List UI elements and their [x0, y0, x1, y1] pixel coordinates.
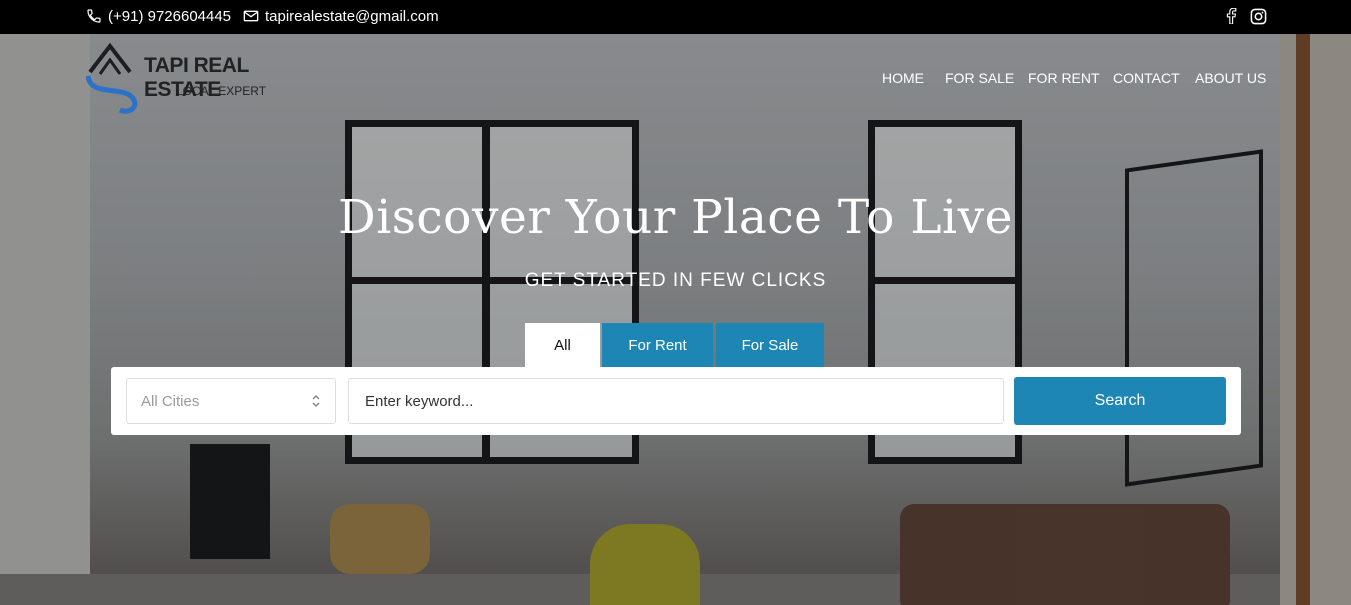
- email-contact[interactable]: tapirealestate@gmail.com: [243, 0, 439, 32]
- mail-icon: [243, 9, 259, 23]
- phone-contact[interactable]: (+91) 9726604445: [86, 0, 231, 32]
- nav-contact[interactable]: CONTACT: [1113, 70, 1180, 88]
- city-select-value: All Cities: [141, 392, 200, 410]
- nav-for-sale-label: FOR SALE: [945, 70, 1015, 86]
- city-select[interactable]: All Cities: [126, 378, 336, 424]
- top-bar: (+91) 9726604445 tapirealestate@gmail.co…: [0, 0, 1351, 34]
- nav-about-us[interactable]: ABOUT US: [1195, 70, 1266, 88]
- phone-icon: [86, 8, 102, 24]
- nav-home-label: HOME: [882, 70, 924, 86]
- tab-all[interactable]: All: [525, 323, 600, 367]
- hero-title: Discover Your Place To Live: [338, 190, 1013, 245]
- instagram-link[interactable]: [1250, 0, 1267, 32]
- phone-number: (+91) 9726604445: [108, 7, 232, 25]
- nav-contact-label: CONTACT: [1113, 70, 1180, 86]
- email-address: tapirealestate@gmail.com: [265, 7, 439, 25]
- instagram-icon: [1250, 8, 1267, 25]
- tab-for-rent[interactable]: For Rent: [602, 323, 713, 367]
- nav-for-rent[interactable]: FOR RENT: [1028, 70, 1100, 88]
- keyword-input[interactable]: [348, 378, 1004, 424]
- hero-background: [0, 34, 1351, 605]
- site-logo[interactable]: TAPI REAL ESTATE LOCAL EXPERT: [85, 40, 286, 115]
- tab-for-sale[interactable]: For Sale: [716, 323, 824, 367]
- nav-for-sale[interactable]: FOR SALE: [945, 70, 1014, 88]
- brand-tagline: LOCAL EXPERT: [176, 84, 267, 98]
- facebook-icon: [1225, 8, 1237, 24]
- search-panel: All Cities Search: [111, 367, 1241, 435]
- nav-for-rent-label: FOR RENT: [1028, 70, 1100, 86]
- house-logo-icon: [85, 40, 142, 123]
- hero-subtitle: GET STARTED IN FEW CLICKS: [524, 270, 827, 291]
- facebook-link[interactable]: [1225, 0, 1237, 32]
- chevron-updown-icon: [311, 393, 321, 413]
- search-button[interactable]: Search: [1014, 377, 1226, 425]
- nav-about-us-label: ABOUT US: [1195, 70, 1267, 86]
- nav-home[interactable]: HOME: [882, 70, 924, 88]
